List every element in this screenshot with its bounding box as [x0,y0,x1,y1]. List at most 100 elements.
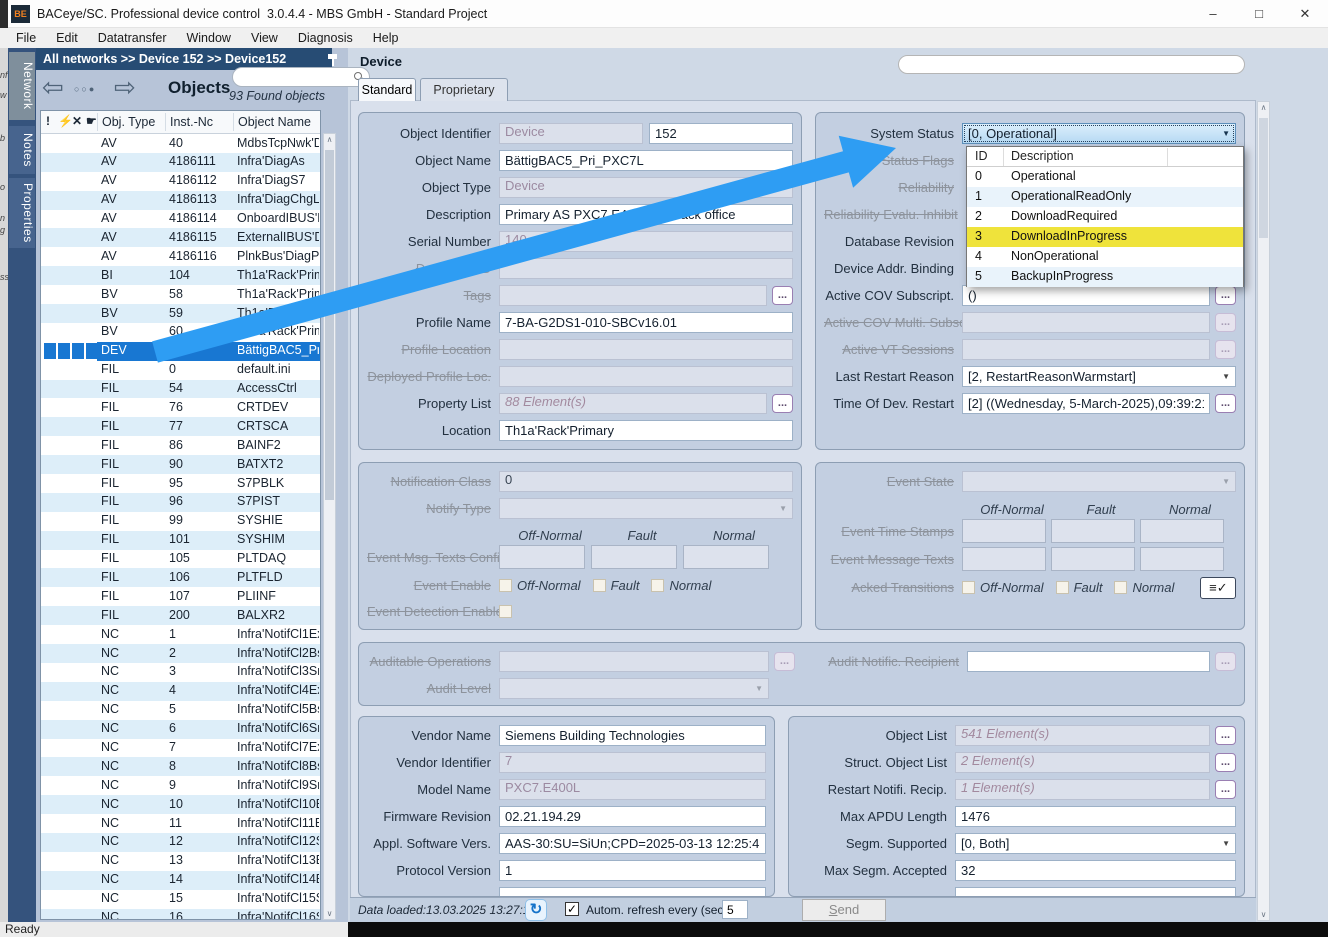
nav-back-icon[interactable]: ⇦ [42,72,64,102]
object-list-ellipsis-button[interactable]: ... [1215,726,1236,745]
object-row[interactable]: FIL 200 BALXR2 [41,606,320,625]
object-row[interactable]: NC 6 Infra'NotifCl6Smp [41,720,320,739]
fault-icon[interactable]: ✕ [72,114,82,128]
minimize-button[interactable]: – [1190,0,1236,28]
object-row[interactable]: BI 104 Th1a'Rack'Primary'Pl [41,266,320,285]
object-row[interactable]: NC 8 Infra'NotifCl8Bsc [41,757,320,776]
col-object-name[interactable]: Object Name [238,115,311,129]
firmware-revision-field[interactable] [499,806,766,827]
object-row[interactable]: AV 4186112 Infra'DiagS7 [41,172,320,191]
object-row[interactable]: NC 2 Infra'NotifCl2Bsc [41,644,320,663]
sidebar-tab-network[interactable]: Network [9,52,35,120]
object-row[interactable]: NC 10 Infra'NotifCl10Extd [41,795,320,814]
object-row[interactable]: NC 13 Infra'NotifCl13Extd [41,852,320,871]
restart-notifi-recip-ellipsis-button[interactable]: ... [1215,780,1236,799]
object-row[interactable]: NC 12 Infra'NotifCl12Smp [41,833,320,852]
object-row[interactable]: FIL 76 CRTDEV [41,398,320,417]
scroll-down-icon[interactable]: ∨ [1258,910,1269,919]
objects-search-input[interactable] [232,67,370,87]
struct-object-list-ellipsis-button[interactable]: ... [1215,753,1236,772]
menu-view[interactable]: View [241,28,288,48]
object-row[interactable]: FIL 106 PLTFLD [41,568,320,587]
close-button[interactable]: ✕ [1282,0,1328,28]
time-of-dev-restart-ellipsis-button[interactable]: ... [1215,394,1236,413]
object-row[interactable]: NC 14 Infra'NotifCl14Bsc [41,871,320,890]
object-row[interactable]: AV 4186116 PlnkBus'DiagPlnkBus [41,247,320,266]
profile-name-field[interactable] [499,312,793,333]
menu-help[interactable]: Help [363,28,409,48]
menu-datatransfer[interactable]: Datatransfer [88,28,177,48]
object-row[interactable]: NC 5 Infra'NotifCl5Bsc [41,701,320,720]
chevron-down-icon[interactable]: ▼ [1222,839,1230,848]
autorefresh-interval-input[interactable] [722,900,748,919]
system-status-combo[interactable]: [0, Operational] ▼ [962,123,1236,144]
refresh-icon[interactable]: ↻ [525,899,547,921]
menu-file[interactable]: File [6,28,46,48]
autorefresh-checkbox[interactable]: ✓ [565,902,579,916]
tab-standard[interactable]: Standard [358,78,416,101]
chevron-down-icon[interactable]: ▼ [1222,129,1230,138]
appl-software-vers-field[interactable] [499,833,766,854]
dropdown-option[interactable]: 0 Operational [967,167,1243,187]
scroll-down-icon[interactable]: ∨ [324,909,335,918]
active-cov-ellipsis-button[interactable]: ... [1215,286,1236,305]
max-apdu-length-field[interactable] [955,806,1236,827]
object-row[interactable]: AV 4186111 Infra'DiagAs [41,153,320,172]
object-row[interactable]: NC 11 Infra'NotifCl11Bsc [41,814,320,833]
object-row[interactable]: AV 40 MdbsTcpNwk'DiagM [41,134,320,153]
object-row[interactable]: FIL 95 S7PBLK [41,474,320,493]
list-check-icon[interactable]: ≡✓ [1200,577,1236,599]
object-row[interactable]: BV 58 Th1a'Rack'Primary'Pl [41,285,320,304]
chevron-down-icon[interactable]: ▼ [1222,372,1230,381]
menu-window[interactable]: Window [176,28,240,48]
device-search-input[interactable] [898,55,1245,74]
object-row[interactable]: FIL 54 AccessCtrl [41,380,320,399]
object-row[interactable]: FIL 86 BAINF2 [41,436,320,455]
object-row[interactable]: FIL 0 default.ini [41,361,320,380]
vendor-name-field[interactable] [499,725,766,746]
scrollbar-thumb[interactable] [325,150,334,500]
object-row[interactable]: AV 4186115 ExternalIBUS'DiagIOE [41,228,320,247]
alarm-icon[interactable]: ! [46,114,50,128]
object-list-scrollbar[interactable]: ∧ ∨ [323,133,336,920]
object-row[interactable]: FIL 99 SYSHIE [41,512,320,531]
menu-diagnosis[interactable]: Diagnosis [288,28,363,48]
sidebar-tab-notes[interactable]: Notes [9,126,35,174]
object-name-field[interactable] [499,150,793,171]
override-hand-icon[interactable]: ☛ [86,114,97,128]
dropdown-option[interactable]: 5 BackupInProgress [967,267,1243,287]
time-of-dev-restart-field[interactable] [962,393,1210,414]
protocol-version-field[interactable] [499,860,766,881]
object-row[interactable]: FIL 105 PLTDAQ [41,550,320,569]
object-row[interactable]: NC 3 Infra'NotifCl3Smp [41,663,320,682]
scroll-up-icon[interactable]: ∧ [324,135,335,144]
col-obj-type[interactable]: Obj. Type [102,115,155,129]
send-button[interactable]: Send [802,899,886,921]
tags-ellipsis-button[interactable]: ... [772,286,793,305]
object-row[interactable]: FIL 77 CRTSCA [41,417,320,436]
object-row[interactable]: NC 4 Infra'NotifCl4Extd [41,682,320,701]
last-restart-reason-combo[interactable]: [2, RestartReasonWarmstart] ▼ [962,366,1236,387]
object-row[interactable]: FIL 96 S7PIST [41,493,320,512]
object-row[interactable]: FIL 107 PLIINF [41,587,320,606]
sidebar-tab-properties[interactable]: Properties [9,178,35,248]
object-row[interactable]: FIL 90 BATXT2 [41,455,320,474]
dropdown-option[interactable]: 4 NonOperational [967,247,1243,267]
nav-forward-icon[interactable]: ⇨ [114,72,136,102]
scroll-up-icon[interactable]: ∧ [1258,103,1269,112]
object-row[interactable]: NC 15 Infra'NotifCl15Smp [41,890,320,909]
description-field[interactable] [499,204,793,225]
pin-icon[interactable] [327,52,338,66]
object-row[interactable]: AV 4186114 OnboardIBUS'DiagIC [41,210,320,229]
maximize-button[interactable]: □ [1236,0,1282,28]
active-cov-subscript-field[interactable] [962,285,1210,306]
object-row[interactable]: BV 60 Th1a'Rack'Primary'Pl [41,323,320,342]
event-icon[interactable]: ⚡ [58,114,73,128]
object-row[interactable]: BV 59 Th1a'Rack'Primary'Pl [41,304,320,323]
property-list-ellipsis-button[interactable]: ... [772,394,793,413]
object-row[interactable]: NC 1 Infra'NotifCl1Extd [41,625,320,644]
object-row[interactable]: DEV 152 BättigBAC5_Pri_PXC7 [41,342,320,361]
object-row[interactable]: NC 7 Infra'NotifCl7Extd [41,739,320,758]
location-field[interactable] [499,420,793,441]
dropdown-option[interactable]: 1 OperationalReadOnly [967,187,1243,207]
